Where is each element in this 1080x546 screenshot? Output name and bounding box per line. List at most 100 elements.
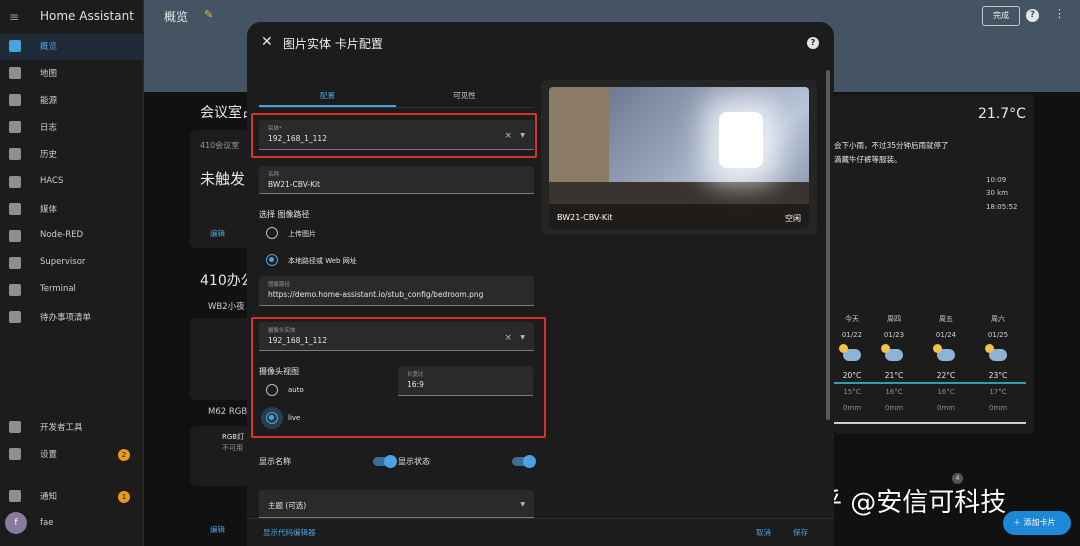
- forecast-high: 23°C: [988, 371, 1008, 380]
- forecast-day-name: 今天: [845, 315, 859, 323]
- console-icon: [9, 284, 21, 296]
- radio-upload[interactable]: [266, 227, 278, 239]
- sidebar-item-node-red[interactable]: Node-RED: [0, 224, 144, 250]
- menu-icon[interactable]: ≡: [9, 10, 19, 24]
- field-value: 16:9: [407, 380, 424, 389]
- name-field[interactable]: 名称 BW21-CBV-Kit: [259, 166, 534, 194]
- camera-entity-select[interactable]: 摄像头实体 192_168_1_112 × ▼: [259, 322, 534, 351]
- forecast-day: 周六 01/25 23°C 17°C 0mm: [974, 314, 1022, 412]
- sidebar-item-energy[interactable]: 能源: [0, 88, 144, 114]
- wb-label: WB2小夜: [208, 302, 245, 312]
- sidebar-item-developer-tools[interactable]: 开发者工具: [0, 415, 144, 441]
- sidebar-item-hacs[interactable]: HACS: [0, 170, 144, 196]
- bottom-edit-button[interactable]: 编辑: [210, 524, 225, 535]
- clear-icon[interactable]: ×: [504, 333, 512, 343]
- show-name-toggle[interactable]: [373, 455, 397, 468]
- highlight-box: [251, 113, 537, 158]
- forecast-date: 01/23: [883, 331, 905, 339]
- radio-local-label: 本地路径或 Web 网址: [288, 257, 357, 265]
- forecast-low: 15°C: [843, 388, 861, 396]
- sidebar-item-label: Node-RED: [40, 230, 84, 240]
- field-label: 名称: [268, 172, 280, 178]
- occupancy-card[interactable]: 410会议室 未触发 编辑: [190, 130, 250, 248]
- forecast-low: 16°C: [937, 388, 955, 396]
- done-button[interactable]: 完成: [982, 6, 1020, 26]
- sidebar-item-history[interactable]: 历史: [0, 142, 144, 168]
- pencil-icon[interactable]: ✎: [204, 8, 213, 21]
- aspect-ratio-field[interactable]: 长宽比 16:9: [398, 366, 533, 396]
- add-card-button[interactable]: ＋ 添加卡片: [1003, 511, 1071, 535]
- sidebar-item-settings[interactable]: 设置 2: [0, 442, 144, 468]
- app-title: Home Assistant: [40, 9, 134, 23]
- forecast-high: 21°C: [884, 371, 904, 380]
- forecast-day-name: 周五: [939, 315, 953, 323]
- add-card-label: 添加卡片: [1023, 518, 1056, 527]
- sidebar-item-label: HACS: [40, 176, 64, 186]
- sidebar-item-map[interactable]: 地图: [0, 61, 144, 87]
- chevron-down-icon[interactable]: ▼: [520, 334, 525, 341]
- tab-visibility[interactable]: 可见性: [396, 90, 533, 101]
- partly-cloudy-icon: [881, 344, 903, 361]
- forecast-day-name: 周六: [991, 315, 1005, 323]
- field-value: BW21-CBV-Kit: [268, 180, 321, 189]
- camera-scene-light: [719, 112, 763, 168]
- m62-card[interactable]: RGB灯 不可用: [190, 426, 250, 486]
- map-icon: [9, 67, 21, 79]
- radio-local-path[interactable]: [266, 254, 278, 266]
- forecast-rain: 0mm: [936, 404, 956, 412]
- notification-badge: 1: [118, 491, 130, 503]
- radio-auto[interactable]: [266, 384, 278, 396]
- lightning-icon: [9, 94, 21, 106]
- avatar[interactable]: f: [5, 512, 27, 534]
- tab-config[interactable]: 配置: [259, 90, 396, 101]
- media-icon: [9, 203, 21, 215]
- partly-cloudy-icon: [985, 344, 1007, 361]
- hacs-icon: [9, 176, 21, 188]
- user-name[interactable]: fae: [40, 518, 53, 528]
- more-options-icon[interactable]: ⋮: [1054, 7, 1065, 20]
- camera-view-section-title: 摄像头视图: [259, 367, 299, 376]
- forecast-divider: [834, 422, 1026, 424]
- forecast-rain: 0mm: [988, 404, 1008, 412]
- sidebar-item-terminal[interactable]: Terminal: [0, 278, 144, 304]
- sitemap-icon: [9, 230, 21, 242]
- sidebar-item-label: Terminal: [40, 284, 76, 294]
- close-icon[interactable]: ✕: [261, 34, 273, 50]
- sidebar-item-label: 能源: [40, 96, 58, 106]
- dashboard-icon: [9, 40, 21, 52]
- partly-cloudy-icon: [839, 344, 861, 361]
- sunrise-time: 10:09: [986, 176, 1007, 184]
- rgb-state: 不可用: [222, 444, 243, 452]
- radio-live[interactable]: [266, 412, 278, 424]
- show-state-toggle[interactable]: [512, 455, 536, 468]
- preview-entity-name: BW21-CBV-Kit: [557, 213, 613, 222]
- scrollbar[interactable]: [826, 70, 830, 420]
- sidebar-item-label: 开发者工具: [40, 423, 83, 433]
- camera-image: BW21-CBV-Kit 空闲: [549, 87, 809, 229]
- cancel-button[interactable]: 取消: [756, 527, 771, 538]
- sidebar-item-media[interactable]: 媒体: [0, 197, 144, 223]
- field-value: 192_168_1_112: [268, 336, 327, 345]
- show-code-editor-button[interactable]: 显示代码编辑器: [263, 527, 316, 538]
- card-edit-button[interactable]: 编辑: [210, 228, 225, 239]
- help-icon[interactable]: ?: [807, 37, 819, 49]
- sidebar-item-notifications[interactable]: 通知 1: [0, 484, 144, 510]
- field-label: 长宽比: [407, 372, 424, 378]
- help-icon[interactable]: ?: [1026, 9, 1039, 22]
- forecast-high: 20°C: [842, 371, 862, 380]
- sidebar-item-todo[interactable]: 待办事项清单: [0, 305, 144, 331]
- sidebar-item-overview[interactable]: 概览: [0, 34, 144, 60]
- sidebar-item-logbook[interactable]: 日志: [0, 115, 144, 141]
- save-button[interactable]: 保存: [793, 527, 808, 538]
- forecast-rain: 0mm: [842, 404, 862, 412]
- forecast-date: 01/22: [841, 331, 863, 339]
- rgb-label: RGB灯: [222, 433, 245, 441]
- chart-icon: [9, 148, 21, 160]
- forecast-date: 01/24: [935, 331, 957, 339]
- image-path-field[interactable]: 图像路径 https://demo.home-assistant.io/stub…: [259, 276, 534, 306]
- theme-select[interactable]: 主题 (可选) ▼: [259, 490, 534, 518]
- sidebar-item-supervisor[interactable]: Supervisor: [0, 251, 144, 277]
- chevron-down-icon[interactable]: ▼: [520, 501, 525, 508]
- settings-badge: 2: [118, 449, 130, 461]
- wb-card[interactable]: [190, 318, 250, 400]
